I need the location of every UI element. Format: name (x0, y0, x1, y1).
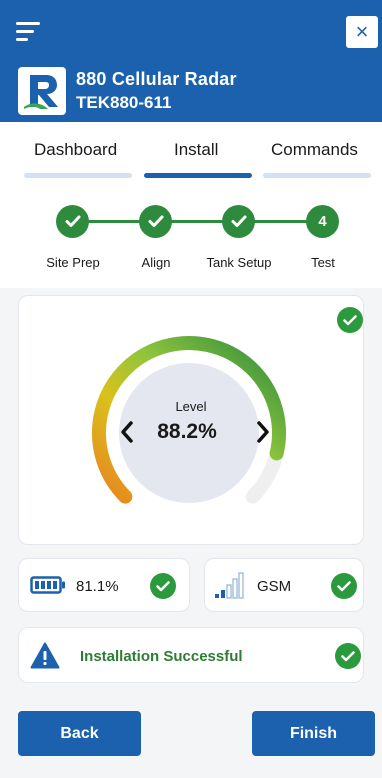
network-type-label: GSM (257, 578, 292, 595)
tab-dashboard[interactable]: Dashboard (34, 140, 117, 160)
step-label-align: Align (141, 255, 171, 270)
gauge-level-value: 88.2% (157, 420, 217, 443)
device-id: TEK880-611 (76, 93, 172, 112)
close-button[interactable]: × (346, 16, 378, 48)
tab-bar: Dashboard Install Commands (0, 122, 382, 200)
back-button[interactable]: Back (18, 711, 141, 756)
battery-card: 81.1% (18, 558, 190, 612)
signal-strength-icon (214, 571, 246, 604)
step-align-check-icon[interactable] (139, 205, 172, 238)
finish-button[interactable]: Finish (252, 711, 375, 756)
tab-indicator-commands (263, 173, 371, 178)
signal-ok-check-icon (331, 573, 357, 599)
tab-install[interactable]: Install (174, 140, 218, 160)
step-site-prep-check-icon[interactable] (56, 205, 89, 238)
gauge-title: Level (175, 399, 207, 414)
step-label-site-prep: Site Prep (46, 255, 100, 270)
menu-icon[interactable] (16, 22, 42, 44)
install-stepper: 4 Site Prep Align Tank Setup Test (0, 200, 382, 288)
signal-card: GSM (204, 558, 364, 612)
step-label-test: Test (311, 255, 335, 270)
tab-indicator-dashboard (24, 173, 132, 178)
installation-status-message: Installation Successful (80, 648, 243, 665)
stepper-connector (72, 220, 312, 223)
step-test-number[interactable]: 4 (306, 205, 339, 238)
battery-icon (30, 576, 66, 599)
decrease-level-chevron-left-icon[interactable] (119, 420, 135, 449)
tab-commands[interactable]: Commands (271, 140, 358, 160)
warning-triangle-icon (30, 642, 60, 674)
installation-status-card: Installation Successful (18, 627, 364, 683)
battery-ok-check-icon (150, 573, 176, 599)
battery-level-value: 81.1% (76, 578, 119, 595)
step-tank-setup-check-icon[interactable] (222, 205, 255, 238)
tab-indicator-install (144, 173, 252, 178)
device-name: 880 Cellular Radar (76, 69, 237, 89)
increase-level-chevron-right-icon[interactable] (255, 420, 271, 449)
status-ok-check-icon (335, 643, 361, 669)
brand-logo (18, 67, 66, 115)
step-label-tank-setup: Tank Setup (206, 255, 272, 270)
app-header: × 880 Cellular Radar TEK880-611 (0, 0, 382, 122)
level-gauge-card: Level 88.2% (18, 295, 364, 545)
